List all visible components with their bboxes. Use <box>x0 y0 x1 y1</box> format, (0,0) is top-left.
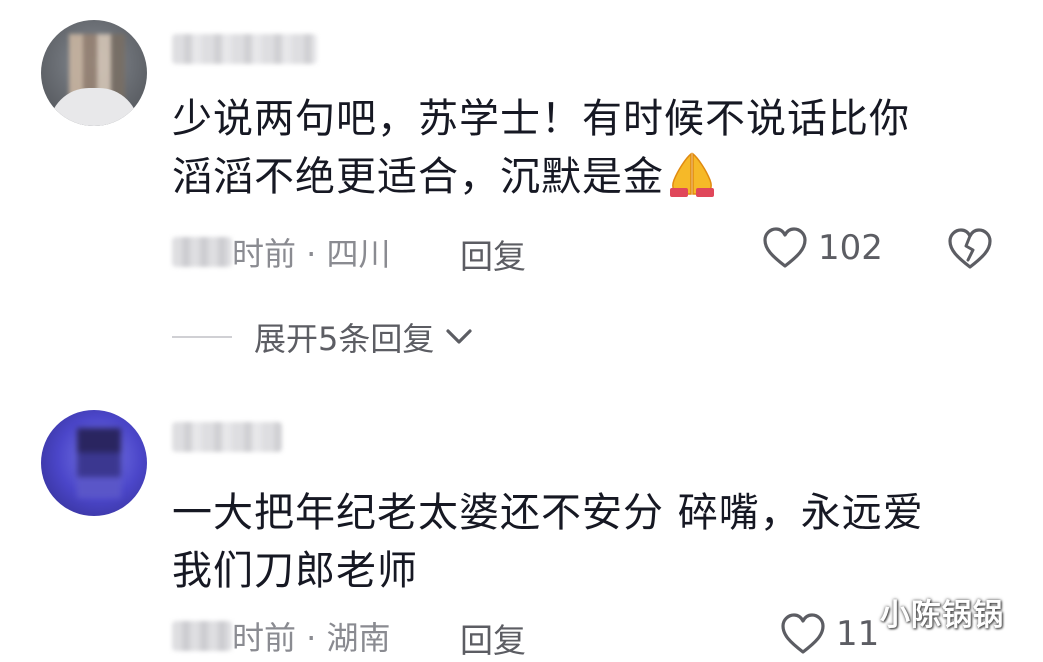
heart-outline-icon <box>781 613 825 654</box>
dislike-button[interactable] <box>946 226 994 276</box>
like-count: 102 <box>818 228 883 268</box>
time-location: 时前 · 湖南 <box>232 619 391 657</box>
time-location: 时前 · 四川 <box>232 235 391 273</box>
like-button[interactable]: 11 <box>780 612 879 656</box>
reply-button[interactable]: 回复 <box>460 614 526 662</box>
comment-line: 一大把年纪老太婆还不安分 碎嘴，永远爱 <box>172 490 924 536</box>
comment-line: 滔滔不绝更适合，沉默是金 <box>172 148 992 206</box>
comment-text: 少说两句吧，苏学士！有时候不说话比你 滔滔不绝更适合，沉默是金 <box>172 90 992 206</box>
username-blurred[interactable] <box>172 34 317 64</box>
expand-replies-label: 展开5条回复 <box>254 320 435 358</box>
comment-text: 一大把年纪老太婆还不安分 碎嘴，永远爱 我们刀郎老师 <box>172 484 992 600</box>
comment-line: 我们刀郎老师 <box>172 548 418 594</box>
avatar-mosaic <box>77 428 121 498</box>
like-count: 11 <box>836 614 880 654</box>
folded-hands-emoji-icon <box>664 148 720 197</box>
watermark: 小陈锅锅 <box>880 598 1004 633</box>
broken-heart-icon <box>948 228 992 269</box>
avatar[interactable] <box>41 410 147 516</box>
comment-line: 少说两句吧，苏学士！有时候不说话比你 <box>172 96 910 142</box>
heart-outline-icon <box>763 227 807 268</box>
reply-button[interactable]: 回复 <box>460 230 526 278</box>
like-button[interactable]: 102 <box>762 226 883 270</box>
username-blurred[interactable] <box>172 422 282 452</box>
time-blurred <box>172 237 232 267</box>
avatar-shirt <box>49 88 139 126</box>
divider <box>172 336 232 338</box>
comment-meta: 时前 · 四川 <box>172 230 391 274</box>
comment-meta: 时前 · 湖南 <box>172 614 391 658</box>
chevron-down-icon <box>446 329 472 344</box>
time-blurred <box>172 621 232 651</box>
expand-replies[interactable]: 展开5条回复 <box>172 314 474 360</box>
avatar[interactable] <box>41 20 147 126</box>
